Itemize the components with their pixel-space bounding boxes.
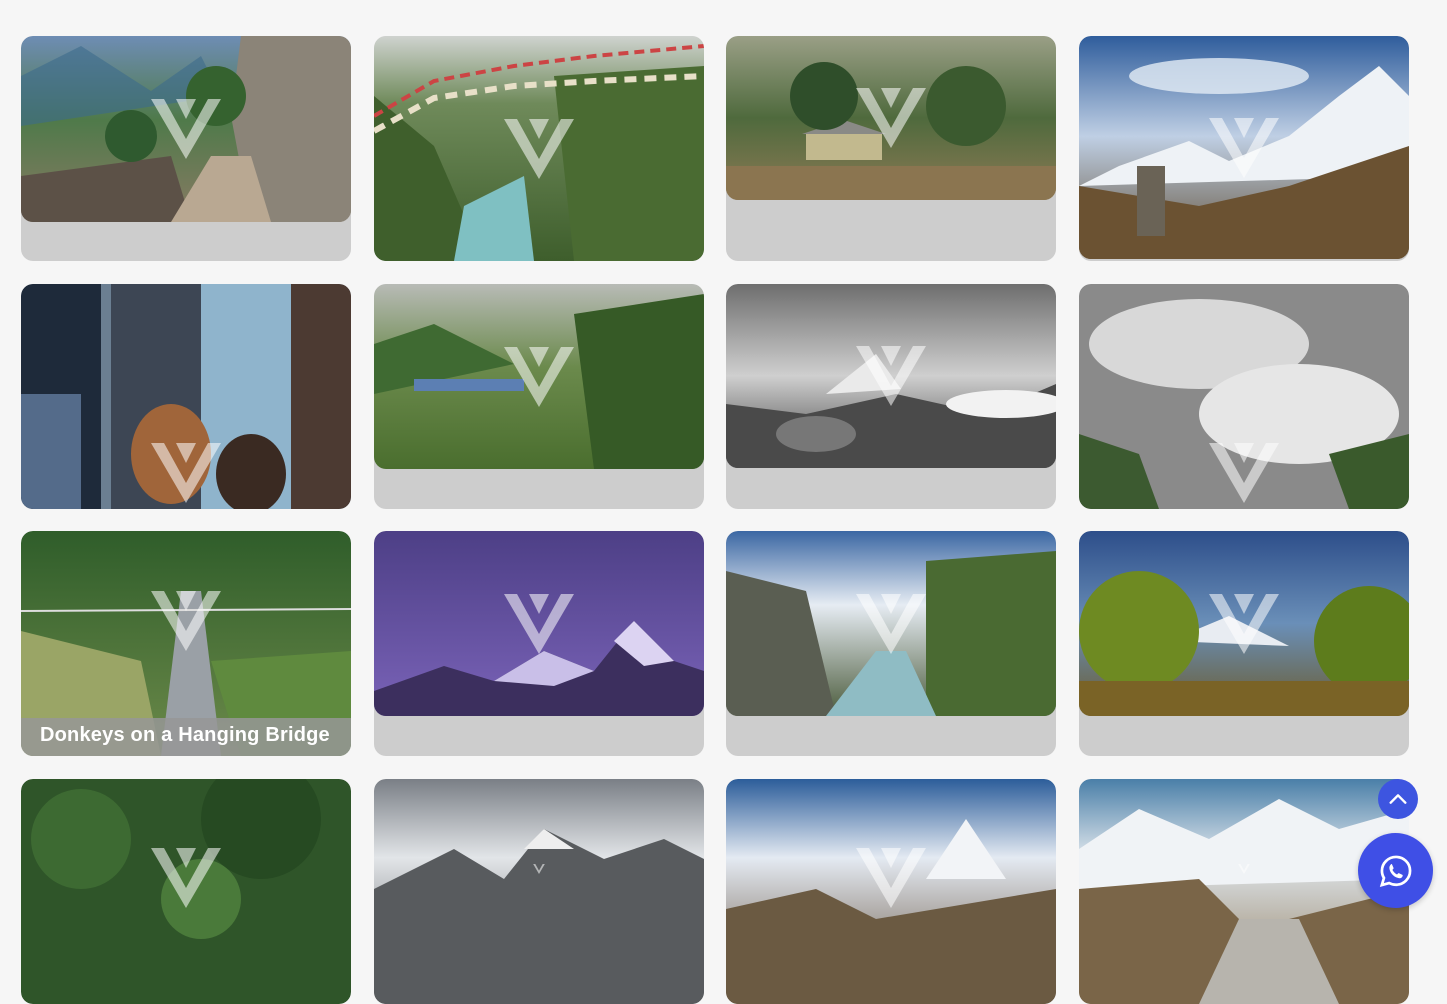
watermark-logo-icon <box>856 88 926 148</box>
watermark-logo-icon <box>1209 593 1279 654</box>
photo-image <box>1079 779 1409 1004</box>
gallery-photo[interactable] <box>21 36 351 222</box>
gallery-photo[interactable] <box>726 531 1056 716</box>
watermark-logo-icon <box>151 591 221 651</box>
watermark-logo-icon <box>856 593 926 654</box>
gallery-photo[interactable] <box>374 779 704 1004</box>
watermark-logo-icon <box>856 346 926 406</box>
gallery-card[interactable] <box>726 36 1056 261</box>
gallery-photo[interactable] <box>374 531 704 716</box>
watermark-logo-icon <box>504 593 574 654</box>
gallery-card[interactable] <box>374 779 704 1004</box>
photo-gallery: Donkeys on a Hanging Bridge <box>0 0 1447 1004</box>
watermark-logo-icon <box>856 848 926 908</box>
gallery-card[interactable]: Donkeys on a Hanging Bridge <box>21 531 351 756</box>
gallery-card[interactable] <box>1079 36 1409 261</box>
gallery-photo[interactable] <box>1079 36 1409 259</box>
gallery-photo[interactable] <box>21 284 351 509</box>
watermark-logo-icon <box>1238 864 1250 874</box>
gallery-photo[interactable] <box>726 36 1056 200</box>
gallery-card[interactable] <box>374 36 704 261</box>
chevron-up-icon <box>1389 794 1407 804</box>
gallery-photo[interactable] <box>1079 284 1409 509</box>
gallery-card[interactable] <box>21 779 351 1004</box>
gallery-photo[interactable] <box>1079 779 1409 1004</box>
watermark-logo-icon <box>504 346 574 407</box>
watermark-logo-icon <box>151 99 221 159</box>
watermark-logo-icon <box>151 848 221 908</box>
gallery-card[interactable] <box>726 779 1056 1004</box>
watermark-logo-icon <box>1209 117 1279 178</box>
gallery-card[interactable] <box>374 531 704 756</box>
photo-caption: Donkeys on a Hanging Bridge <box>40 724 330 746</box>
whatsapp-chat-button[interactable] <box>1358 833 1433 908</box>
gallery-photo[interactable] <box>374 36 704 261</box>
gallery-photo[interactable] <box>21 779 351 1004</box>
watermark-logo-icon <box>1209 443 1279 503</box>
gallery-photo[interactable] <box>726 779 1056 1004</box>
gallery-card[interactable] <box>1079 284 1409 509</box>
whatsapp-icon <box>1379 855 1411 887</box>
watermark-logo-icon <box>533 864 545 874</box>
gallery-card[interactable] <box>726 284 1056 509</box>
watermark-logo-icon <box>151 443 221 503</box>
caption-bar: Donkeys on a Hanging Bridge <box>21 718 351 756</box>
gallery-card[interactable] <box>21 284 351 509</box>
gallery-photo[interactable] <box>726 284 1056 468</box>
gallery-card[interactable] <box>1079 779 1409 1004</box>
gallery-photo[interactable] <box>374 284 704 469</box>
watermark-logo-icon <box>504 118 574 179</box>
scroll-to-top-button[interactable] <box>1378 779 1418 819</box>
gallery-card[interactable] <box>374 284 704 509</box>
photo-image <box>374 779 704 1004</box>
gallery-card[interactable] <box>21 36 351 261</box>
gallery-card[interactable] <box>726 531 1056 756</box>
gallery-card[interactable] <box>1079 531 1409 756</box>
gallery-photo[interactable] <box>1079 531 1409 716</box>
